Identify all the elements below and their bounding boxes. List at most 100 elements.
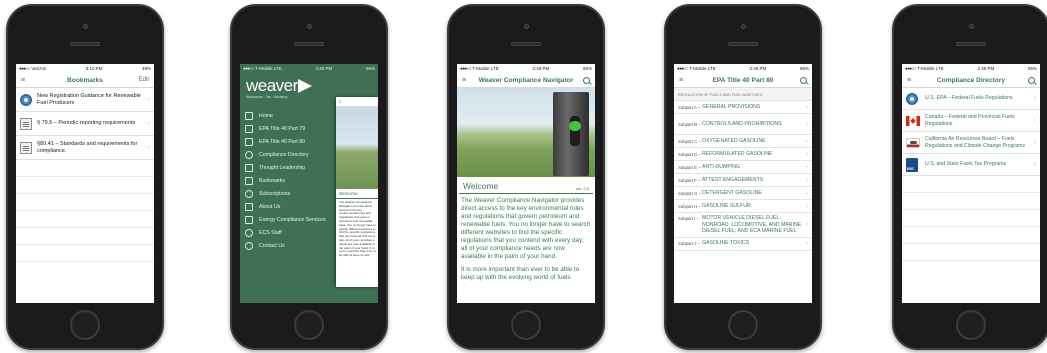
empty-row xyxy=(16,245,154,262)
book-icon xyxy=(245,124,253,133)
welcome-paragraph: It is more important than ever to be abl… xyxy=(461,266,580,281)
chevron-right-icon: › xyxy=(1033,161,1036,168)
subpart-title: GASOLINE SULFUR xyxy=(702,202,751,209)
chevron-right-icon: › xyxy=(805,240,808,247)
chevron-right-icon: › xyxy=(147,144,150,151)
subpart-row[interactable]: Subpart B – CONTROLS AND PROHIBITIONS › xyxy=(674,114,812,135)
epa-seal-icon xyxy=(20,93,32,106)
peek-welcome-title: Welcome xyxy=(336,189,378,199)
hamburger-menu-icon[interactable]: ≡ xyxy=(679,77,683,84)
phone-compliance-directory: ●●●○○ T-Mobile LTE 2:46 PM 65% ≡ Complia… xyxy=(892,4,1047,350)
compliance-directory-screen: ●●●○○ T-Mobile LTE 2:46 PM 65% ≡ Complia… xyxy=(902,64,1040,303)
search-icon[interactable] xyxy=(800,76,807,84)
people-icon xyxy=(245,228,253,237)
battery-level: 49% xyxy=(141,66,151,71)
empty-row xyxy=(902,193,1040,210)
subpart-code: Subpart B – xyxy=(678,121,701,127)
subpart-row[interactable]: Subpart F – ATTEST ENGAGEMENTS › xyxy=(674,174,812,187)
bookmark-item[interactable]: § 79.5 – Periodic reporting requirements… xyxy=(16,112,154,136)
epa-seal-icon xyxy=(906,92,918,105)
subpart-code: Subpart A – xyxy=(678,104,701,110)
search-icon[interactable] xyxy=(1028,76,1035,84)
menu-item-label: Bookmarks xyxy=(259,177,285,184)
subpart-row[interactable]: Subpart E – ANTI-DUMPING › xyxy=(674,161,812,174)
subpart-row[interactable]: Subpart J – GASOLINE TOXICS › xyxy=(674,238,812,251)
irs-logo-icon xyxy=(906,157,918,172)
subpart-row[interactable]: Subpart H – GASOLINE SULFUR › xyxy=(674,200,812,213)
directory-item[interactable]: California Air Resources Board – Fuels R… xyxy=(902,132,1040,154)
front-camera xyxy=(740,24,746,29)
subpart-title: ANTI-DUMPING xyxy=(702,163,741,170)
menu-item-label: Thought Leadership xyxy=(259,164,306,171)
subpart-title: ATTEST ENGAGEMENTS xyxy=(702,176,764,183)
empty-row xyxy=(902,227,1040,244)
edit-button[interactable]: Edit xyxy=(139,77,149,83)
chevron-right-icon: › xyxy=(805,120,808,128)
directory-item-label: California Air Resources Board – Fuels R… xyxy=(925,136,1026,149)
phone-side-menu: ●●●○○ T-Mobile LTE 2:46 PM 66% weaver As… xyxy=(230,4,388,350)
subpart-code: Subpart D – xyxy=(678,151,701,157)
chevron-right-icon: › xyxy=(147,120,150,127)
battery-level: 66% xyxy=(799,66,809,71)
subpart-row[interactable]: Subpart C – OXYGENATED GASOLINE › xyxy=(674,135,812,148)
front-camera xyxy=(306,24,312,29)
carrier-label: T-Mobile xyxy=(255,66,273,71)
subpart-row[interactable]: Subpart G – DETERGENT GASOLINE › xyxy=(674,187,812,200)
home-button[interactable] xyxy=(728,310,758,340)
network-label: LTE xyxy=(935,66,944,71)
hamburger-menu-icon[interactable]: ≡ xyxy=(21,77,25,84)
carrier-label: T-Mobile xyxy=(917,66,935,71)
search-icon[interactable] xyxy=(583,76,590,84)
bookmark-item[interactable]: New Registration Guidance for Renewable … xyxy=(16,88,154,112)
empty-row xyxy=(16,160,154,177)
section-header: REGULATION OF FUELS AND FUEL ADDITIVES xyxy=(674,88,812,101)
earpiece-speaker xyxy=(728,42,758,46)
directory-item[interactable]: Canada – Federal and Provincial Fuels Re… xyxy=(902,110,1040,132)
menu-item-label: Home xyxy=(259,112,273,119)
hero-image xyxy=(336,107,378,189)
subpart-code: Subpart E – xyxy=(678,164,701,170)
chevron-right-icon: › xyxy=(805,189,808,197)
empty-row xyxy=(16,211,154,228)
bookmark-icon xyxy=(245,176,253,185)
carrier-label: Verizon xyxy=(31,66,47,71)
signal-icon: ●●●○○ xyxy=(677,66,689,71)
menu-item-label: About Us xyxy=(259,203,281,210)
chevron-right-icon: › xyxy=(805,221,808,229)
subpart-row[interactable]: Subpart I – MOTOR VEHICLE DIESEL FUEL; NO… xyxy=(674,213,812,238)
bookmark-label: § 79.5 – Periodic reporting requirements xyxy=(37,120,136,127)
subpart-title: GENERAL PROVISIONS xyxy=(702,103,761,110)
home-button[interactable] xyxy=(956,310,986,340)
empty-row xyxy=(16,194,154,211)
network-label: LTE xyxy=(490,66,499,71)
content-panel-peek[interactable]: ≡ Welcome The Weaver Compliance Navigato… xyxy=(336,97,378,287)
empty-row xyxy=(16,228,154,245)
nozzle-grip-illustration xyxy=(569,121,581,131)
directory-item[interactable]: U.S. and State Fuels Tax Programs › xyxy=(902,154,1040,176)
signal-icon: ●●●○○ xyxy=(19,66,31,71)
document-icon xyxy=(20,141,32,154)
chevron-right-icon: › xyxy=(805,137,808,145)
hamburger-menu-icon[interactable]: ≡ xyxy=(907,77,911,84)
network-label: LTE xyxy=(273,66,282,71)
status-time: 2:46 PM xyxy=(315,66,333,71)
home-button[interactable] xyxy=(294,310,324,340)
earpiece-speaker xyxy=(294,42,324,46)
subpart-row[interactable]: Subpart A – GENERAL PROVISIONS › xyxy=(674,101,812,114)
peek-navbar: ≡ xyxy=(336,97,378,107)
home-button[interactable] xyxy=(70,310,100,340)
welcome-screen: ●●●○○ T-Mobile LTE 2:48 PM 66% ≡ Weaver … xyxy=(457,64,595,303)
hamburger-menu-icon[interactable]: ≡ xyxy=(462,77,466,84)
subpart-title: MOTOR VEHICLE DIESEL FUEL; NONROAD, LOCO… xyxy=(702,215,802,234)
battery-level: 66% xyxy=(365,66,375,71)
epa-part-80-screen: ●●●○○ T-Mobile LTE 2:46 PM 66% ≡ EPA Tit… xyxy=(674,64,812,303)
directory-item-label: Canada – Federal and Provincial Fuels Re… xyxy=(925,114,1015,127)
bookmarks-screen: ●●●○○ Verizon 3:10 PM 49% ≡ Bookmarks Ed… xyxy=(16,64,154,303)
chevron-right-icon: › xyxy=(1033,117,1036,124)
subpart-title: GASOLINE TOXICS xyxy=(702,240,750,247)
home-button[interactable] xyxy=(511,310,541,340)
directory-item[interactable]: U.S. EPA – Federal Fuels Regulations › xyxy=(902,88,1040,110)
bookmark-item[interactable]: §80.41 – Standards and requirements for … xyxy=(16,136,154,160)
subpart-row[interactable]: Subpart D – REFORMULATED GASOLINE › xyxy=(674,148,812,161)
directory-item-label: U.S. and State Fuels Tax Programs xyxy=(925,161,1007,168)
